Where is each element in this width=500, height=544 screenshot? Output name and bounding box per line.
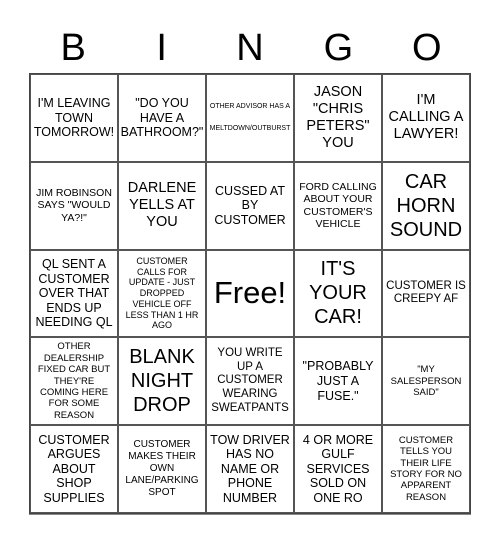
cell-text: CUSTOMER IS CREEPY AF — [386, 279, 466, 306]
bingo-cell-r1-c2[interactable]: "DO YOU HAVE A BATHROOM?" — [118, 74, 206, 162]
cell-text: QL SENT A CUSTOMER OVER THAT ENDS UP NEE… — [35, 256, 113, 330]
cell-text: BLANK NIGHT DROP — [129, 346, 195, 417]
cell-text: DARLENE YELLS AT YOU — [127, 180, 197, 231]
cell-text: CUSSED AT BY CUSTOMER — [214, 183, 286, 227]
bingo-cell-r2-c2[interactable]: DARLENE YELLS AT YOU — [118, 161, 206, 250]
bingo-cell-r3-c3[interactable]: Free! — [206, 249, 294, 338]
cell-text: CUSTOMER TELLS YOU THEIR LIFE STORY FOR … — [390, 434, 462, 503]
cell-text: I'M CALLING A LAWYER! — [388, 92, 464, 143]
cell-text: I'M LEAVING TOWN TOMORROW! — [33, 95, 115, 140]
cell-text: "MY SALESPERSON SAID" — [390, 364, 462, 398]
bingo-cell-r4-c1[interactable]: OTHER DEALERSHIP FIXED CAR BUT THEY'RE C… — [30, 337, 118, 426]
cell-text: 4 OR MORE GULF SERVICES SOLD ON ONE RO — [302, 432, 374, 506]
free-space: Free! — [213, 275, 287, 311]
bingo-cell-r1-c3[interactable]: OTHER ADVISOR HAS A MELTDOWN/OUTBURST — [206, 74, 294, 162]
bingo-cell-r5-c4[interactable]: 4 OR MORE GULF SERVICES SOLD ON ONE RO — [294, 425, 382, 513]
bingo-cell-r3-c5[interactable]: CUSTOMER IS CREEPY AF — [382, 249, 470, 338]
bingo-cell-r1-c1[interactable]: I'M LEAVING TOWN TOMORROW! — [30, 74, 118, 162]
cell-text: CUSTOMER CALLS FOR UPDATE - JUST DROPPED… — [125, 255, 199, 331]
header-letter-n: N — [236, 27, 264, 69]
bingo-cell-r1-c4[interactable]: JASON "CHRIS PETERS" YOU — [294, 74, 382, 162]
bingo-cell-r2-c3[interactable]: CUSSED AT BY CUSTOMER — [206, 161, 294, 250]
cell-text: IT'S YOUR CAR! — [309, 258, 367, 329]
cell-text: OTHER DEALERSHIP FIXED CAR BUT THEY'RE C… — [37, 341, 111, 421]
cell-text: CUSTOMER MAKES THEIR OWN LANE/PARKING SP… — [125, 439, 199, 499]
bingo-cell-r4-c3[interactable]: YOU WRITE UP A CUSTOMER WEARING SWEATPAN… — [206, 337, 294, 426]
bingo-cell-r3-c4[interactable]: IT'S YOUR CAR! — [294, 249, 382, 338]
header-letter-i: I — [156, 27, 167, 69]
header-letter-g: G — [323, 27, 354, 69]
bingo-header: B I N G O — [29, 20, 471, 72]
cell-text: CAR HORN SOUND — [389, 170, 463, 241]
bingo-cell-r3-c2[interactable]: CUSTOMER CALLS FOR UPDATE - JUST DROPPED… — [118, 249, 206, 338]
bingo-cell-r5-c3[interactable]: TOW DRIVER HAS NO NAME OR PHONE NUMBER — [206, 425, 294, 513]
bingo-cell-r5-c1[interactable]: CUSTOMER ARGUES ABOUT SHOP SUPPLIES — [30, 425, 118, 513]
bingo-cell-r1-c5[interactable]: I'M CALLING A LAWYER! — [382, 74, 470, 162]
cell-text: JASON "CHRIS PETERS" YOU — [306, 83, 370, 151]
cell-text: TOW DRIVER HAS NO NAME OR PHONE NUMBER — [210, 432, 290, 506]
bingo-cell-r2-c4[interactable]: FORD CALLING ABOUT YOUR CUSTOMER'S VEHIC… — [294, 161, 382, 250]
header-letter-o: O — [412, 27, 442, 69]
bingo-cell-r5-c5[interactable]: CUSTOMER TELLS YOU THEIR LIFE STORY FOR … — [382, 425, 470, 513]
bingo-cell-r5-c2[interactable]: CUSTOMER MAKES THEIR OWN LANE/PARKING SP… — [118, 425, 206, 513]
cell-text: FORD CALLING ABOUT YOUR CUSTOMER'S VEHIC… — [299, 180, 377, 231]
bingo-cell-r4-c5[interactable]: "MY SALESPERSON SAID" — [382, 337, 470, 426]
header-letter-b: B — [60, 27, 86, 69]
cell-text: JIM ROBINSON SAYS "WOULD YA?!" — [36, 186, 112, 224]
bingo-cell-r2-c1[interactable]: JIM ROBINSON SAYS "WOULD YA?!" — [30, 161, 118, 250]
cell-text: "PROBABLY JUST A FUSE." — [302, 359, 374, 403]
bingo-cell-r4-c2[interactable]: BLANK NIGHT DROP — [118, 337, 206, 426]
cell-text: OTHER ADVISOR HAS A MELTDOWN/OUTBURST — [209, 102, 291, 132]
bingo-cell-r3-c1[interactable]: QL SENT A CUSTOMER OVER THAT ENDS UP NEE… — [30, 249, 118, 338]
bingo-cell-r2-c5[interactable]: CAR HORN SOUND — [382, 161, 470, 250]
bingo-cell-r4-c4[interactable]: "PROBABLY JUST A FUSE." — [294, 337, 382, 426]
bingo-board: I'M LEAVING TOWN TOMORROW! "DO YOU HAVE … — [29, 73, 471, 514]
cell-text: CUSTOMER ARGUES ABOUT SHOP SUPPLIES — [38, 432, 110, 506]
cell-text: "DO YOU HAVE A BATHROOM?" — [120, 95, 204, 140]
cell-text: YOU WRITE UP A CUSTOMER WEARING SWEATPAN… — [211, 346, 289, 414]
